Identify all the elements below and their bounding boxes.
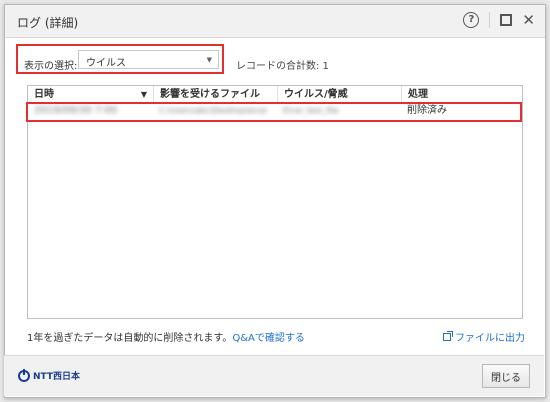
column-header-file[interactable]: 影響を受けるファイル	[153, 86, 277, 103]
row-highlight	[26, 102, 522, 122]
record-count: レコードの合計数: 1	[236, 61, 329, 72]
sort-desc-icon[interactable]: ▼	[141, 86, 147, 103]
column-header-datetime[interactable]: 日時 ▼	[28, 86, 153, 103]
qa-link[interactable]: Q&Aで確認する	[232, 333, 305, 344]
footer-bar: NTT西日本 閉じる	[4, 355, 544, 396]
export-to-file-link[interactable]: ファイルに出力	[443, 329, 525, 344]
help-icon[interactable]: ?	[463, 12, 480, 28]
chevron-down-icon: ▼	[206, 56, 212, 64]
column-datetime-label: 日時	[34, 89, 54, 100]
close-icon[interactable]: ✕	[522, 13, 535, 28]
title-bar: ログ (詳細) ? ✕	[5, 5, 545, 38]
filter-label: 表示の選択:	[24, 61, 78, 72]
column-header-action[interactable]: 処理	[401, 86, 522, 103]
retention-note-text: 1年を過ぎたデータは自動的に削除されます。	[27, 333, 233, 344]
power-logo-icon	[18, 368, 30, 382]
window-title: ログ (詳細)	[17, 16, 79, 30]
retention-note: 1年を過ぎたデータは自動的に削除されます。Q&Aで確認する	[27, 329, 305, 344]
export-label: ファイルに出力	[455, 333, 525, 344]
view-select-value: ウイルス	[86, 58, 126, 69]
ntt-logo: NTT西日本	[18, 368, 81, 382]
external-link-icon	[443, 330, 453, 341]
close-button[interactable]: 閉じる	[482, 364, 530, 388]
view-select[interactable]: ウイルス ▼	[78, 50, 219, 69]
titlebar-divider	[489, 12, 491, 28]
maximize-icon[interactable]	[500, 14, 513, 26]
brand-text: NTT西日本	[33, 372, 81, 382]
column-header-threat[interactable]: ウイルス/脅威	[277, 86, 401, 103]
